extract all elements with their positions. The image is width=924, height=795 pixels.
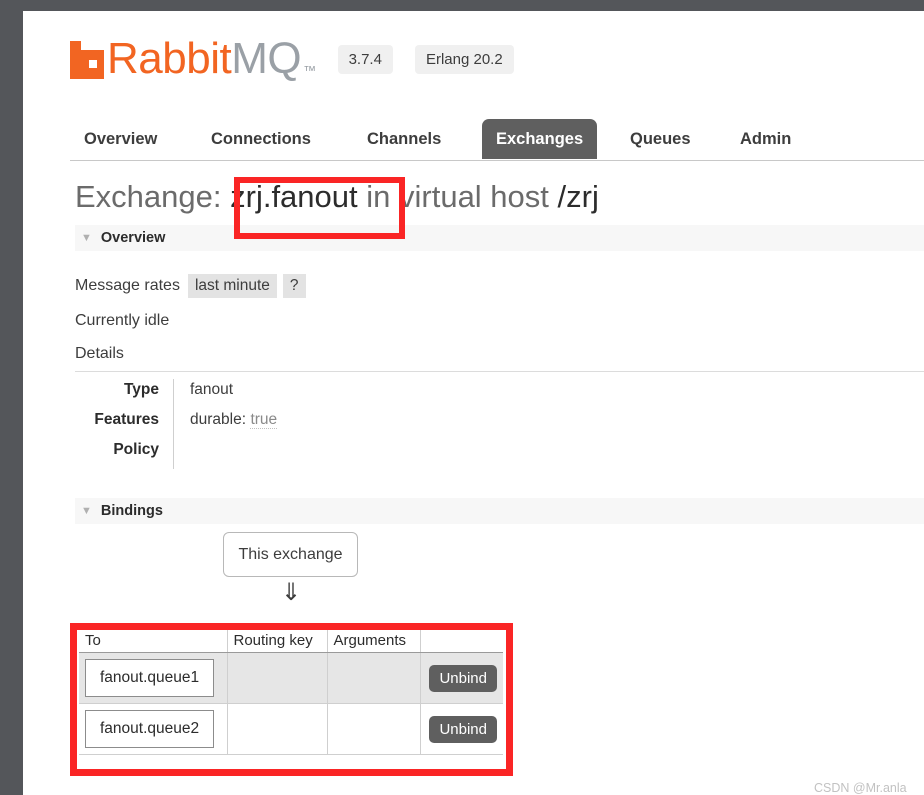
tab-channels[interactable]: Channels bbox=[353, 119, 455, 159]
rabbitmq-logo[interactable]: Rabbit MQ ™ bbox=[70, 37, 316, 81]
details-label: Details bbox=[75, 345, 124, 362]
binding-arguments-cell bbox=[327, 652, 421, 704]
unbind-button[interactable]: Unbind bbox=[429, 715, 497, 743]
table-row: fanout.queue2 Unbind bbox=[79, 703, 503, 755]
bindings-table: To Routing key Arguments fanout.queue1 U… bbox=[79, 630, 503, 755]
detail-row-features: Features durable: true bbox=[75, 409, 433, 439]
rabbitmq-logo-icon bbox=[70, 41, 104, 79]
version-badge: 3.7.4 bbox=[337, 44, 393, 74]
page-title-vhost: /zrj bbox=[557, 179, 599, 214]
detail-row-policy: Policy bbox=[75, 439, 433, 469]
this-exchange-label: This exchange bbox=[238, 545, 343, 563]
detail-key-features: Features bbox=[94, 411, 159, 428]
rates-period-button[interactable]: last minute bbox=[187, 274, 277, 298]
rates-help-button[interactable]: ? bbox=[282, 274, 306, 298]
page-title-prefix: Exchange: bbox=[75, 179, 222, 214]
watermark: CSDN @Mr.anla bbox=[814, 781, 907, 795]
feature-value-durable: true bbox=[250, 411, 278, 429]
details-divider bbox=[75, 371, 924, 372]
column-header-actions bbox=[420, 630, 503, 653]
binding-to-cell: fanout.queue2 bbox=[79, 703, 228, 755]
overview-section-header[interactable]: ▼ Overview bbox=[75, 225, 924, 251]
detail-key-policy: Policy bbox=[113, 441, 159, 458]
tab-exchanges[interactable]: Exchanges bbox=[482, 119, 598, 159]
overview-section-title: Overview bbox=[100, 230, 166, 246]
binding-to-cell: fanout.queue1 bbox=[79, 652, 228, 704]
exchange-details-table: Type fanout Features durable: true Polic… bbox=[75, 379, 433, 469]
column-header-arguments[interactable]: Arguments bbox=[327, 630, 421, 653]
detail-value-type: fanout bbox=[190, 381, 234, 398]
message-rates-label: Message rates bbox=[75, 277, 180, 294]
this-exchange-node: This exchange bbox=[223, 532, 358, 577]
detail-value-cell-features: durable: true bbox=[173, 409, 433, 439]
tab-admin[interactable]: Admin bbox=[726, 119, 805, 159]
idle-status-text: Currently idle bbox=[75, 312, 170, 329]
message-rates-row: Message rates last minute ? bbox=[75, 274, 312, 298]
binding-routing-key-cell bbox=[227, 703, 328, 755]
tab-connections[interactable]: Connections bbox=[197, 119, 325, 159]
table-row: fanout.queue1 Unbind bbox=[79, 652, 503, 704]
page-title-exchange-name: zrj.fanout bbox=[230, 179, 358, 214]
bindings-table-header-row: To Routing key Arguments bbox=[79, 630, 503, 653]
binding-action-cell: Unbind bbox=[420, 703, 503, 755]
main-navigation: Overview Connections Channels Exchanges … bbox=[70, 119, 924, 161]
page-title-middle: in virtual host bbox=[366, 179, 549, 214]
page-title: Exchange: zrj.fanout in virtual host /zr… bbox=[75, 178, 599, 215]
bindings-section-header[interactable]: ▼ Bindings bbox=[75, 498, 924, 524]
chevron-down-icon: ▼ bbox=[81, 231, 92, 244]
trademark-symbol: ™ bbox=[303, 63, 316, 78]
binding-arrow-down-icon: ⇓ bbox=[280, 579, 302, 606]
column-header-routing-key[interactable]: Routing key bbox=[227, 630, 328, 653]
browser-page: Rabbit MQ ™ 3.7.4 Erlang 20.2 Overview C… bbox=[23, 11, 924, 795]
bindings-section-title: Bindings bbox=[100, 503, 163, 519]
feature-name-durable: durable: bbox=[190, 411, 247, 428]
queue-link-fanout-queue1[interactable]: fanout.queue1 bbox=[85, 659, 215, 697]
unbind-button[interactable]: Unbind bbox=[429, 664, 497, 692]
column-header-to[interactable]: To bbox=[79, 630, 228, 653]
tab-queues[interactable]: Queues bbox=[616, 119, 705, 159]
queue-link-fanout-queue2[interactable]: fanout.queue2 bbox=[85, 710, 215, 748]
app-header: Rabbit MQ ™ 3.7.4 Erlang 20.2 bbox=[70, 37, 514, 81]
tab-overview[interactable]: Overview bbox=[70, 119, 171, 159]
logo-text-primary: Rabbit bbox=[107, 34, 232, 83]
binding-arguments-cell bbox=[327, 703, 421, 755]
chevron-down-icon: ▼ bbox=[81, 504, 92, 517]
binding-action-cell: Unbind bbox=[420, 652, 503, 704]
detail-value-cell-policy bbox=[173, 439, 433, 469]
erlang-version-badge: Erlang 20.2 bbox=[414, 44, 514, 74]
detail-value-cell-type: fanout bbox=[173, 379, 433, 409]
logo-text-secondary: MQ bbox=[231, 34, 302, 83]
binding-routing-key-cell bbox=[227, 652, 328, 704]
detail-key-type: Type bbox=[123, 381, 159, 398]
detail-row-type: Type fanout bbox=[75, 379, 433, 409]
